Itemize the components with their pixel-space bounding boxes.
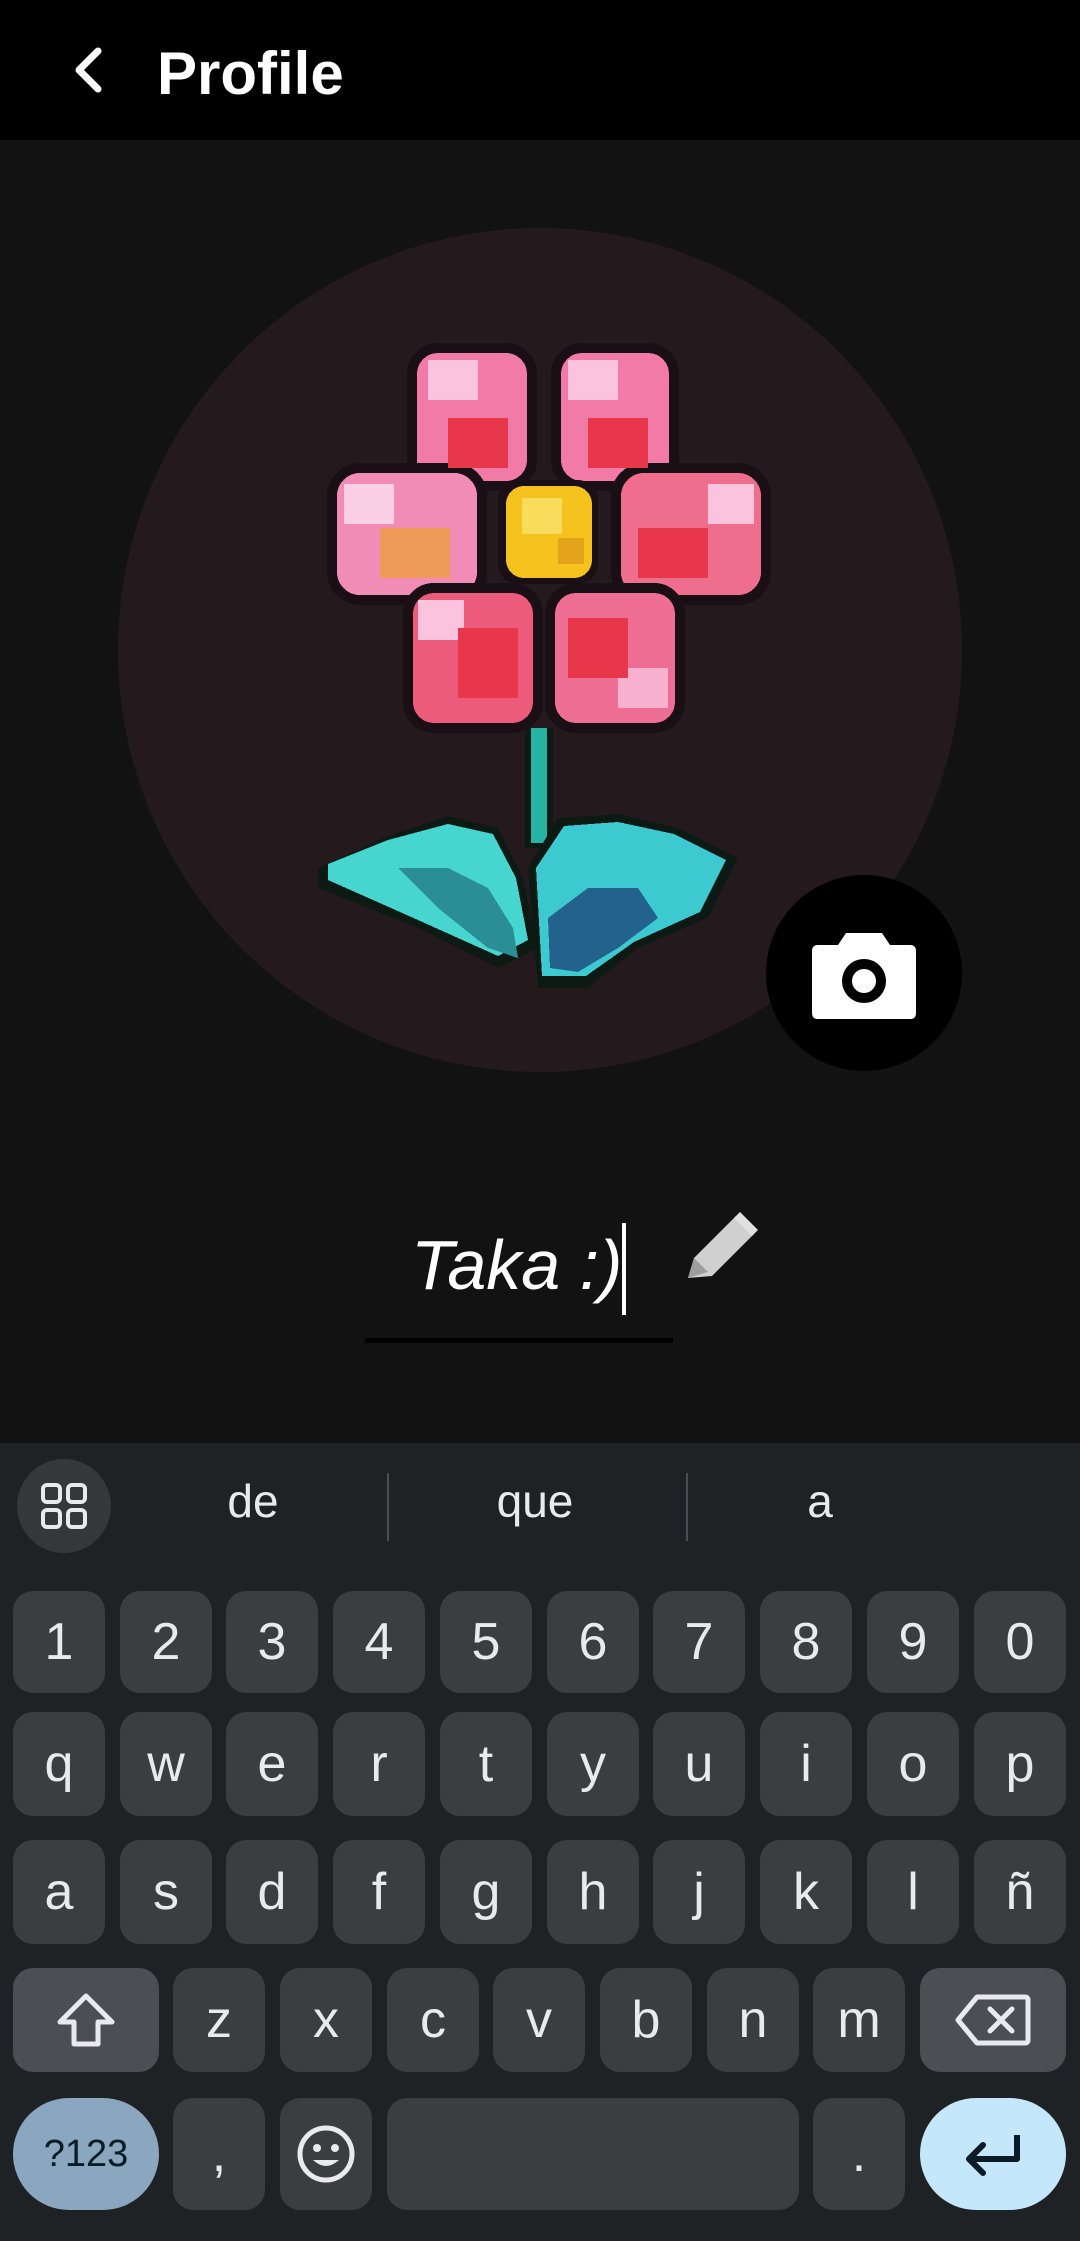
backspace-key[interactable] <box>920 1968 1066 2072</box>
key-d[interactable]: d <box>226 1840 318 1944</box>
edit-name-button[interactable] <box>680 1208 760 1288</box>
key-c[interactable]: c <box>387 1968 479 2072</box>
backspace-icon <box>955 1994 1031 2046</box>
key-v[interactable]: v <box>493 1968 585 2072</box>
key-i[interactable]: i <box>760 1712 852 1816</box>
pencil-icon <box>688 1212 758 1278</box>
shift-key[interactable] <box>13 1968 159 2072</box>
key-n[interactable]: n <box>707 1968 799 2072</box>
key-g[interactable]: g <box>440 1840 532 1944</box>
soft-keyboard: de que a 1 2 3 4 5 6 7 8 9 0 q w e r t y… <box>0 1443 1080 2241</box>
key-4[interactable]: 4 <box>333 1591 425 1693</box>
emoji-icon <box>297 2125 355 2183</box>
back-button[interactable] <box>58 40 118 100</box>
emoji-key[interactable] <box>280 2098 372 2210</box>
key-0[interactable]: 0 <box>974 1591 1066 1693</box>
key-m[interactable]: m <box>813 1968 905 2072</box>
suggestion-strip: de que a <box>0 1443 1080 1570</box>
key-h[interactable]: h <box>547 1840 639 1944</box>
key-u[interactable]: u <box>653 1712 745 1816</box>
key-n-tilde[interactable]: ñ <box>974 1840 1066 1944</box>
camera-icon <box>812 933 916 1019</box>
shift-icon <box>57 1993 115 2047</box>
name-field[interactable]: Taka :) <box>365 1205 673 1345</box>
enter-icon <box>966 2135 1020 2176</box>
key-5[interactable]: 5 <box>440 1591 532 1693</box>
suggestion-2[interactable]: que <box>440 1471 630 1531</box>
key-x[interactable]: x <box>280 1968 372 2072</box>
key-k[interactable]: k <box>760 1840 852 1944</box>
key-9[interactable]: 9 <box>867 1591 959 1693</box>
key-j[interactable]: j <box>653 1840 745 1944</box>
space-key[interactable] <box>387 2098 799 2210</box>
period-key[interactable]: . <box>813 2098 905 2210</box>
key-o[interactable]: o <box>867 1712 959 1816</box>
name-input-text: Taka :) <box>411 1226 623 1304</box>
key-w[interactable]: w <box>120 1712 212 1816</box>
key-t[interactable]: t <box>440 1712 532 1816</box>
key-r[interactable]: r <box>333 1712 425 1816</box>
key-z[interactable]: z <box>173 1968 265 2072</box>
key-f[interactable]: f <box>333 1840 425 1944</box>
key-a[interactable]: a <box>13 1840 105 1944</box>
key-e[interactable]: e <box>226 1712 318 1816</box>
key-s[interactable]: s <box>120 1840 212 1944</box>
app-bar: Profile <box>0 0 1080 140</box>
change-photo-button[interactable] <box>766 875 962 1071</box>
text-cursor <box>622 1223 626 1315</box>
key-l[interactable]: l <box>867 1840 959 1944</box>
key-6[interactable]: 6 <box>547 1591 639 1693</box>
chevron-left-icon <box>75 47 102 93</box>
key-p[interactable]: p <box>974 1712 1066 1816</box>
suggestion-1[interactable]: de <box>158 1471 348 1531</box>
key-3[interactable]: 3 <box>226 1591 318 1693</box>
name-field-underline <box>365 1338 673 1343</box>
key-7[interactable]: 7 <box>653 1591 745 1693</box>
symbols-key[interactable]: ?123 <box>13 2098 159 2210</box>
key-y[interactable]: y <box>547 1712 639 1816</box>
enter-key[interactable] <box>920 2098 1066 2210</box>
key-8[interactable]: 8 <box>760 1591 852 1693</box>
key-q[interactable]: q <box>13 1712 105 1816</box>
suggestion-3[interactable]: a <box>725 1471 915 1531</box>
suggestion-divider <box>686 1473 688 1541</box>
page-title: Profile <box>157 40 344 107</box>
comma-key[interactable]: , <box>173 2098 265 2210</box>
grid-icon <box>41 1483 87 1529</box>
key-2[interactable]: 2 <box>120 1591 212 1693</box>
key-b[interactable]: b <box>600 1968 692 2072</box>
key-1[interactable]: 1 <box>13 1591 105 1693</box>
suggestion-divider <box>387 1473 389 1541</box>
keyboard-apps-button[interactable] <box>17 1459 111 1553</box>
